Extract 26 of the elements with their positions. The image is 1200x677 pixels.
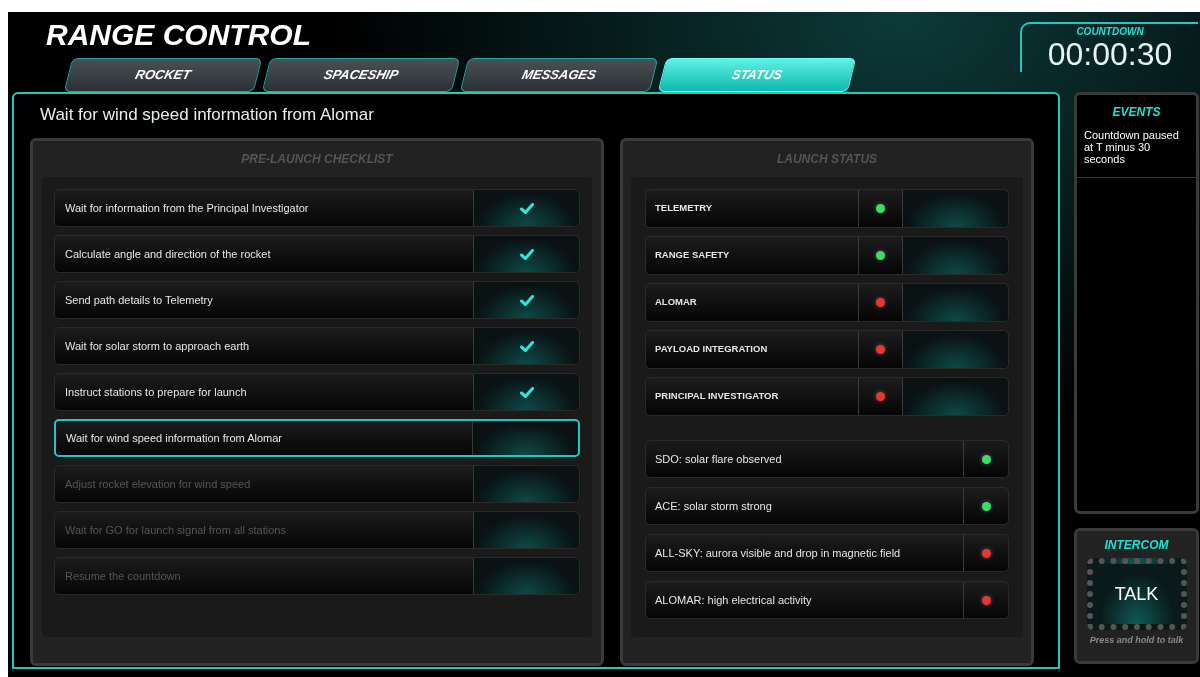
observation-row: SDO: solar flare observed [645,440,1009,478]
app-title: RANGE CONTROL [46,18,311,52]
observation-row: ACE: solar storm strong [645,487,1009,525]
countdown-timer: 00:00:30 [1047,38,1173,70]
countdown-label: COUNTDOWN [1076,26,1144,38]
event-entry: Countdown paused at T minus 30 seconds [1077,129,1196,178]
panel-title: INTERCOM [1104,537,1169,554]
checklist-item[interactable]: Wait for wind speed information from Alomar [54,419,580,457]
checklist-item[interactable]: Instruct stations to prepare for launch [54,373,580,411]
status-row: PRINCIPAL INVESTIGATOR [645,377,1009,416]
current-step-heading: Wait for wind speed information from Alomar [39,104,374,126]
status-row: TELEMETRY [645,189,1009,228]
panel-title: EVENTS [1111,104,1162,121]
observation-row: ALL-SKY: aurora visible and drop in magnetic field [645,534,1009,572]
talk-button[interactable]: TALK [1086,558,1187,630]
tab[interactable]: MESSAGES [459,58,659,92]
checklist-item[interactable]: Wait for solar storm to approach earth [54,327,580,365]
status-row: ALOMAR [645,283,1009,322]
status-row: RANGE SAFETY [645,236,1009,275]
checklist-item[interactable]: Send path details to Telemetry [54,281,580,319]
checklist-item[interactable]: Wait for information from the Principal Investigator [54,189,580,227]
tab[interactable]: SPACESHIP [261,58,461,92]
checklist-item[interactable]: Calculate angle and direction of the rocket [54,235,580,273]
observation-row: ALOMAR: high electrical activity [645,581,1009,619]
status-row: PAYLOAD INTEGRATION [645,330,1009,369]
hint-text: Press and hold to talk [1089,634,1184,647]
